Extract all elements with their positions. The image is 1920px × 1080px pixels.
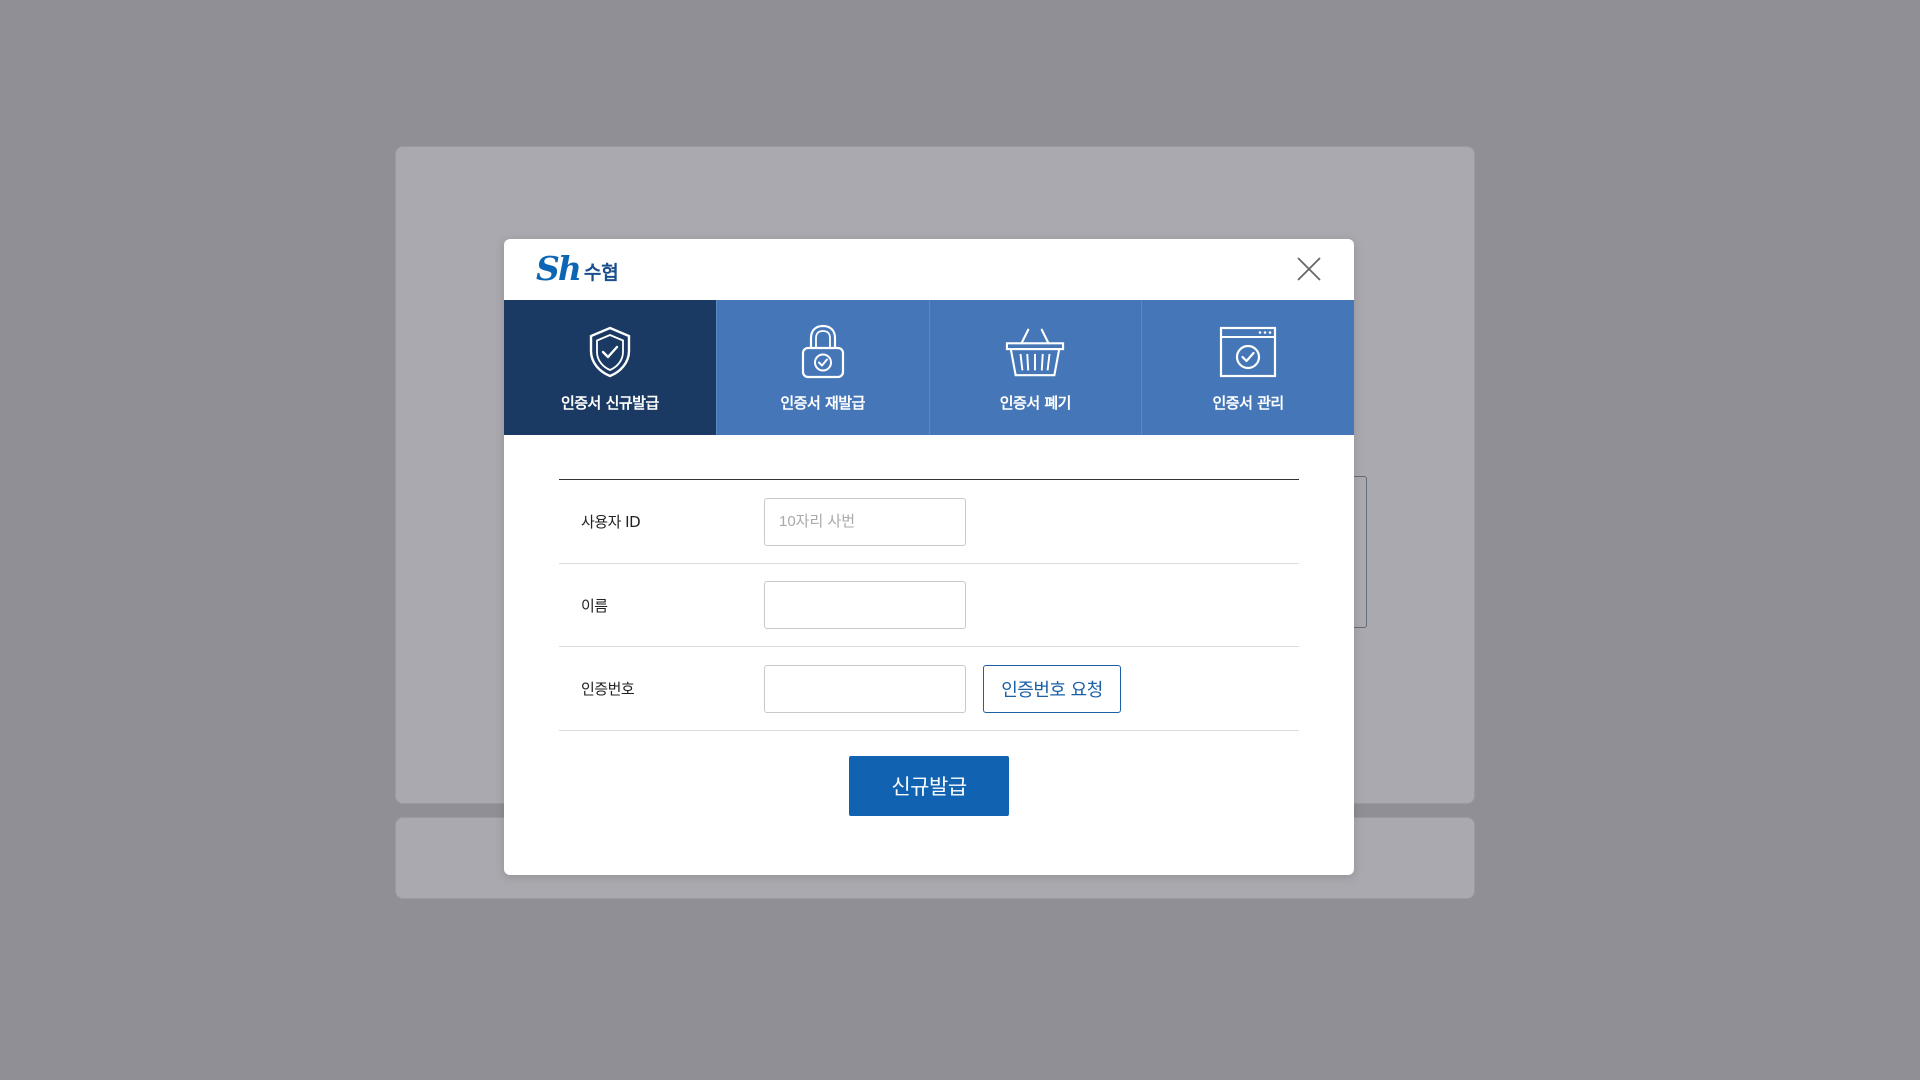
modal-header: Sh 수협 bbox=[504, 239, 1354, 300]
tab-label: 인증서 재발급 bbox=[780, 394, 865, 412]
basket-icon bbox=[1005, 324, 1065, 380]
certificate-modal: Sh 수협 인증서 신규발급 인증서 재발급 인증서 폐기 인증서 관리 사용자… bbox=[504, 239, 1354, 875]
tab-bar: 인증서 신규발급 인증서 재발급 인증서 폐기 인증서 관리 bbox=[504, 300, 1354, 435]
close-button[interactable] bbox=[1294, 254, 1324, 284]
issue-new-button[interactable]: 신규발급 bbox=[849, 756, 1009, 816]
name-input[interactable] bbox=[764, 581, 966, 629]
suhyup-logo: Sh 수협 bbox=[536, 251, 619, 287]
logo-text: 수협 bbox=[583, 262, 619, 284]
tab-label: 인증서 폐기 bbox=[999, 394, 1072, 412]
name-row: 이름 bbox=[559, 564, 1299, 647]
logo-mark: Sh bbox=[536, 249, 582, 288]
lock-check-icon bbox=[793, 324, 853, 380]
issue-form: 사용자 ID 이름 인증번호 인증번호 요청 신규발급 bbox=[559, 479, 1299, 816]
tab-manage-certificate[interactable]: 인증서 관리 bbox=[1141, 300, 1354, 435]
auth-code-label: 인증번호 bbox=[581, 680, 635, 698]
auth-code-row: 인증번호 인증번호 요청 bbox=[559, 647, 1299, 731]
tab-new-certificate[interactable]: 인증서 신규발급 bbox=[504, 300, 716, 435]
request-auth-code-button[interactable]: 인증번호 요청 bbox=[983, 664, 1121, 713]
window-check-icon bbox=[1218, 324, 1278, 380]
user-id-input[interactable] bbox=[764, 497, 966, 546]
shield-check-icon bbox=[580, 324, 640, 380]
auth-code-input[interactable] bbox=[764, 664, 966, 713]
user-id-label: 사용자 ID bbox=[581, 513, 641, 531]
tab-label: 인증서 신규발급 bbox=[560, 394, 659, 412]
tab-reissue-certificate[interactable]: 인증서 재발급 bbox=[715, 300, 929, 435]
tab-label: 인증서 관리 bbox=[1212, 394, 1285, 412]
tab-revoke-certificate[interactable]: 인증서 폐기 bbox=[928, 300, 1142, 435]
close-icon[interactable] bbox=[1294, 254, 1324, 284]
submit-area: 신규발급 bbox=[559, 756, 1299, 816]
user-id-row: 사용자 ID bbox=[559, 480, 1299, 564]
name-label: 이름 bbox=[581, 596, 608, 615]
